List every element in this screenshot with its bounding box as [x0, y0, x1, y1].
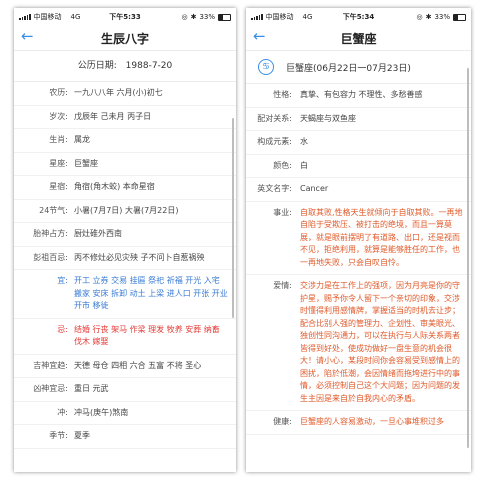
info-label: 星宿: — [49, 182, 68, 191]
info-row: 吉神宜趋: 天德 母仓 四相 六合 五富 不将 圣心 — [14, 355, 236, 378]
info-row: 性格: 真挚、有包容力 不理性、多愁善感 — [246, 84, 471, 108]
phone-right: 中国移动 4G 下午5:34 ◎ ✱ 33% ← 巨蟹座 ♋ 巨蟹座(06月22… — [246, 8, 471, 472]
info-label: 胎神占方: — [33, 229, 68, 238]
info-label: 宜: — [57, 276, 68, 285]
info-value: 小暑(7月7日) 大暑(7月22日) — [74, 205, 179, 215]
info-row: 爱情: 交涉力是在工作上的强项，因为月亮是你的守护星，赐予你令人留下一个亲切的印象… — [246, 275, 471, 411]
info-label: 凶神宜忌: — [33, 384, 68, 393]
battery-icon — [218, 13, 231, 21]
info-value: 丙不修灶必见灾殃 子不问卜自惹祸殃 — [74, 252, 205, 262]
nav-bar: ← 生辰八字 — [14, 26, 236, 51]
info-value: 戊辰年 己未月 丙子日 — [74, 111, 152, 121]
info-row: 忌: 结婚 行丧 架马 作梁 理发 牧养 安葬 纳畜 伐木 嫁娶 — [14, 319, 236, 355]
info-row: 冲: 冲马(庚午)煞南 — [14, 402, 236, 425]
date-header: 公历日期: 1988-7-20 — [14, 51, 236, 82]
info-value: 结婚 行丧 架马 作梁 理发 牧养 安葬 纳畜 伐木 嫁娶 — [74, 324, 220, 347]
info-row: 颜色: 白 — [246, 155, 471, 178]
info-value: 巨蟹座 — [74, 158, 98, 168]
info-row: 岁次: 戊辰年 己未月 丙子日 — [14, 106, 236, 129]
info-label: 农历: — [49, 88, 68, 97]
info-row: 构成元素: 水 — [246, 131, 471, 155]
info-row: 星宿: 角宿(角木蛟) 本命星宿 — [14, 176, 236, 200]
info-label: 事业: — [273, 207, 292, 217]
info-label: 岁次: — [49, 111, 68, 121]
info-row: 彭祖百忌: 丙不修灶必见灾殃 子不问卜自惹祸殃 — [14, 247, 236, 270]
info-row: 凶神宜忌: 重日 元武 — [14, 378, 236, 402]
phone-left: 中国移动 4G 下午5:33 ◎ ✱ 33% ← 生辰八字 公历日期: 1988… — [14, 8, 236, 472]
scrollbar[interactable] — [232, 118, 234, 318]
page-title: 生辰八字 — [100, 31, 149, 46]
nav-bar: ← 巨蟹座 — [246, 26, 471, 51]
info-value: 属龙 — [74, 135, 90, 144]
info-label: 爱情: — [273, 281, 292, 290]
date-value: 1988-7-20 — [125, 61, 173, 71]
info-value: 天蝎座与双鱼座 — [300, 113, 356, 123]
info-label: 吉神宜趋: — [33, 360, 68, 370]
info-value: 角宿(角木蛟) 本命星宿 — [74, 182, 155, 191]
info-row: 生肖: 属龙 — [14, 129, 236, 153]
info-label: 英文名字: — [257, 184, 292, 193]
info-value: 白 — [300, 160, 308, 170]
info-value: 重日 元武 — [74, 384, 109, 393]
info-value: 自取其败,性格天生就倾向于自取其败。一再地自陷于受欺压、被打击的绝境，而且一算莫… — [300, 207, 463, 267]
info-value: Cancer — [300, 184, 329, 193]
clock: 下午5:34 — [342, 13, 375, 21]
scrollbar[interactable] — [467, 68, 469, 448]
info-label: 生肖: — [49, 135, 68, 144]
info-row: 星座: 巨蟹座 — [14, 153, 236, 176]
info-value: 天德 母仓 四相 六合 五富 不将 圣心 — [74, 360, 202, 370]
page-title: 巨蟹座 — [340, 31, 377, 46]
info-row: 宜: 开工 立券 交易 挂匾 祭祀 祈福 开光 入宅 搬家 安床 拆卸 动土 上梁… — [14, 270, 236, 319]
info-value: 交涉力是在工作上的强项，因为月亮是你的守护星，赐予你令人留下一个亲切的印象，交涉… — [300, 281, 460, 403]
battery-icon — [453, 13, 466, 21]
info-row: 季节: 夏季 — [14, 425, 236, 449]
info-label: 彭祖百忌: — [33, 252, 68, 262]
info-label: 季节: — [49, 431, 68, 440]
date-label: 公历日期: — [77, 61, 117, 71]
info-value: 巨蟹座的人容易激动，一旦心事堆积过多 — [300, 417, 444, 426]
info-value: 冲马(庚午)煞南 — [74, 407, 129, 417]
info-label: 24节气: — [39, 205, 68, 215]
info-value: 开工 立券 交易 挂匾 祭祀 祈福 开光 入宅 搬家 安床 拆卸 动土 上梁 进… — [74, 276, 228, 310]
info-value: 夏季 — [74, 431, 90, 440]
clock: 下午5:33 — [109, 13, 141, 21]
info-row: 健康: 巨蟹座的人容易激动，一旦心事堆积过多 — [246, 411, 471, 435]
info-row: 事业: 自取其败,性格天生就倾向于自取其败。一再地自陷于受欺压、被打击的绝境，而且… — [246, 202, 471, 275]
info-value: 水 — [300, 137, 308, 146]
info-label: 性格: — [273, 90, 292, 99]
info-label: 颜色: — [273, 160, 292, 170]
info-list: 农历: 一九八八年 六月(小)初七岁次: 戊辰年 己未月 丙子日生肖: 属龙星座: 巨蟹… — [14, 82, 236, 449]
info-row: 配对关系: 天蝎座与双鱼座 — [246, 108, 471, 131]
zodiac-title: 巨蟹座(06月22日一07月23日) — [286, 63, 411, 74]
back-arrow-icon[interactable]: ← — [253, 27, 266, 45]
zodiac-info-list: 性格: 真挚、有包容力 不理性、多愁善感配对关系: 天蝎座与双鱼座构成元素: 水颜色:… — [246, 84, 471, 435]
info-label: 冲: — [57, 407, 68, 417]
info-label: 星座: — [49, 158, 68, 168]
info-label: 构成元素: — [257, 137, 292, 146]
info-label: 配对关系: — [257, 113, 292, 123]
info-value: 真挚、有包容力 不理性、多愁善感 — [300, 90, 423, 99]
info-row: 农历: 一九八八年 六月(小)初七 — [14, 82, 236, 106]
status-bar: 中国移动 4G 下午5:34 ◎ ✱ 33% — [246, 8, 471, 26]
info-row: 英文名字: Cancer — [246, 178, 471, 202]
zodiac-header: ♋ 巨蟹座(06月22日一07月23日) — [246, 51, 471, 84]
info-label: 健康: — [273, 417, 292, 426]
info-value: 厨灶碓外西南 — [74, 229, 122, 238]
status-bar: 中国移动 4G 下午5:33 ◎ ✱ 33% — [14, 8, 236, 26]
cancer-zodiac-icon: ♋ — [258, 59, 274, 75]
info-row: 胎神占方: 厨灶碓外西南 — [14, 223, 236, 247]
info-value: 一九八八年 六月(小)初七 — [74, 88, 163, 97]
info-label: 忌: — [57, 324, 68, 334]
back-arrow-icon[interactable]: ← — [21, 27, 34, 45]
info-row: 24节气: 小暑(7月7日) 大暑(7月22日) — [14, 200, 236, 223]
